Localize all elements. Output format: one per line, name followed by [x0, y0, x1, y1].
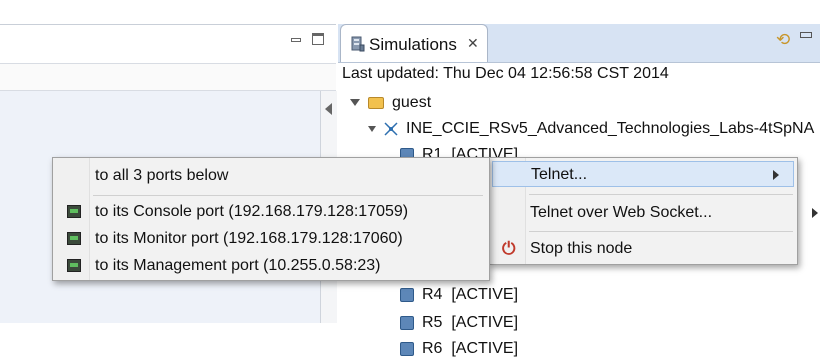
- sync-icon[interactable]: ⟲: [776, 30, 790, 50]
- menu-item-all-ports[interactable]: to all 3 ports below: [95, 163, 228, 189]
- menu-item-label: Stop this node: [530, 240, 633, 257]
- terminal-icon: [67, 205, 81, 218]
- menu-item-label: to its Console port (192.168.179.128:170…: [95, 203, 409, 220]
- menu-item-label: to its Management port (10.255.0.58:23): [95, 257, 381, 274]
- tree-item-node[interactable]: R5 [ACTIVE]: [400, 310, 518, 336]
- menu-item-label: to all 3 ports below: [95, 167, 229, 184]
- node-name: R4: [422, 286, 443, 303]
- submenu-arrow-icon: [812, 208, 818, 218]
- tab-simulations[interactable]: Simulations ✕: [340, 24, 488, 62]
- close-icon[interactable]: ✕: [467, 35, 479, 52]
- menu-item-management-port[interactable]: to its Management port (10.255.0.58:23): [95, 253, 381, 279]
- tree-item-topology[interactable]: INE_CCIE_RSv5_Advanced_Technologies_Labs…: [368, 116, 814, 142]
- router-icon: [400, 315, 414, 330]
- menu-item-stop-node[interactable]: ⏻ Stop this node: [492, 236, 820, 262]
- maximize-icon[interactable]: [312, 33, 324, 45]
- node-name: R6: [422, 340, 443, 357]
- server-icon: [351, 36, 365, 52]
- node-context-menu: Telnet... Telnet over Web Socket... ⏻ St…: [488, 157, 818, 265]
- view-tabbar: Simulations ✕ ⟲: [338, 24, 820, 63]
- tree-item-label: INE_CCIE_RSv5_Advanced_Technologies_Labs…: [406, 120, 815, 137]
- topology-icon: [384, 122, 398, 136]
- menu-item-console-port[interactable]: to its Console port (192.168.179.128:170…: [95, 199, 408, 225]
- expand-arrow-icon[interactable]: [350, 99, 360, 107]
- tab-label: Simulations: [369, 35, 457, 54]
- power-icon: ⏻: [502, 239, 516, 258]
- menu-item-label: Telnet over Web Socket...: [530, 204, 713, 221]
- router-icon: [400, 287, 414, 302]
- tree-item-label: guest: [392, 94, 432, 111]
- menu-separator: [529, 231, 793, 232]
- menu-item-telnet-websocket[interactable]: Telnet over Web Socket...: [492, 200, 820, 226]
- tree-item-node[interactable]: R6 [ACTIVE]: [400, 336, 518, 362]
- minimize-icon[interactable]: [800, 32, 812, 38]
- expand-arrow-icon[interactable]: [368, 125, 376, 132]
- menu-separator: [529, 194, 793, 195]
- editor-titlebar: [0, 25, 336, 63]
- terminal-icon: [67, 259, 81, 272]
- node-status: [ACTIVE]: [451, 286, 519, 303]
- menu-item-telnet[interactable]: Telnet...: [492, 161, 794, 187]
- last-updated-label: Last updated: Thu Dec 04 12:56:58 CST 20…: [342, 65, 669, 82]
- menu-separator: [93, 195, 483, 196]
- tree-item-guest[interactable]: guest: [350, 90, 431, 116]
- node-status: [ACTIVE]: [451, 314, 519, 331]
- menu-item-monitor-port[interactable]: to its Monitor port (192.168.179.128:170…: [95, 226, 403, 252]
- telnet-submenu: to all 3 ports below to its Console port…: [52, 157, 490, 281]
- router-icon: [400, 341, 414, 356]
- minimize-icon[interactable]: [290, 33, 302, 45]
- submenu-arrow-icon: [773, 170, 779, 180]
- menu-item-label: Telnet...: [531, 166, 588, 183]
- node-name: R5: [422, 314, 443, 331]
- editor-toolbar: [0, 63, 336, 91]
- tree-item-node[interactable]: R4 [ACTIVE]: [400, 282, 518, 308]
- node-status: [ACTIVE]: [451, 340, 519, 357]
- menu-item-label: to its Monitor port (192.168.179.128:170…: [95, 230, 403, 247]
- scroll-left-arrow-icon[interactable]: [325, 103, 332, 115]
- terminal-icon: [67, 232, 81, 245]
- folder-icon: [368, 96, 384, 109]
